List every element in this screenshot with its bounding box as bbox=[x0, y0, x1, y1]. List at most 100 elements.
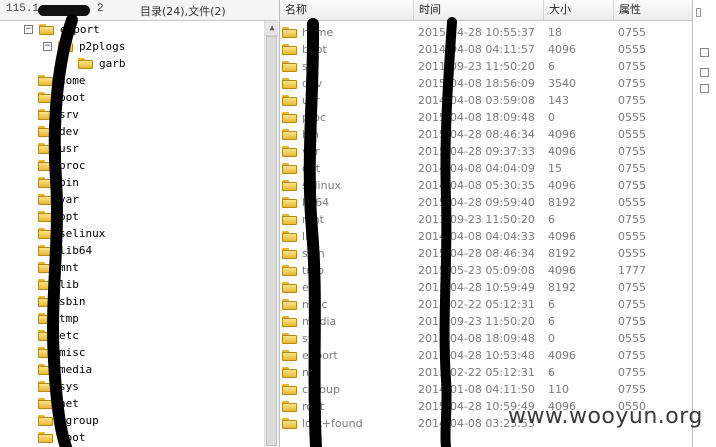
file-name-cell: misc bbox=[282, 298, 328, 311]
folder-icon bbox=[282, 112, 297, 123]
tree-node-label: media bbox=[59, 363, 93, 376]
folder-icon bbox=[38, 92, 53, 103]
folder-icon bbox=[38, 177, 53, 188]
tree-node-usr[interactable]: usr bbox=[38, 140, 79, 157]
file-row[interactable]: boot 2014-04-08 04:11:57 4096 0555 bbox=[280, 41, 692, 58]
tree-node-lib[interactable]: lib bbox=[38, 276, 79, 293]
file-row[interactable]: sbin 2015-04-28 08:46:34 8192 0555 bbox=[280, 245, 692, 262]
file-name-cell: home bbox=[282, 26, 333, 39]
folder-icon bbox=[78, 58, 93, 69]
file-row[interactable]: export 2015-04-28 10:53:48 4096 0755 bbox=[280, 347, 692, 364]
tree-node-proc[interactable]: proc bbox=[38, 157, 86, 174]
folder-icon bbox=[38, 398, 53, 409]
file-row[interactable]: opt 2014-04-08 04:04:09 15 0755 bbox=[280, 160, 692, 177]
file-row[interactable]: proc 2015-04-08 18:09:48 0 0555 bbox=[280, 109, 692, 126]
file-row[interactable]: misc 2013-02-22 05:12:31 6 0755 bbox=[280, 296, 692, 313]
tree-node-root[interactable]: root bbox=[38, 429, 86, 446]
tree-node-bin[interactable]: bin bbox=[38, 174, 79, 191]
file-name-cell: boot bbox=[282, 43, 327, 56]
column-header-name[interactable]: 名称 bbox=[280, 0, 414, 20]
folder-icon bbox=[282, 95, 297, 106]
host-redaction bbox=[38, 5, 90, 16]
collapse-toggle-icon[interactable]: − bbox=[24, 25, 33, 34]
column-header-attr[interactable]: 属性 bbox=[614, 0, 692, 20]
tree-node-garb[interactable]: garb bbox=[78, 55, 126, 72]
file-time: 2013-02-22 05:12:31 bbox=[418, 298, 535, 311]
tree-node-selinux[interactable]: selinux bbox=[38, 225, 105, 242]
folder-icon bbox=[38, 245, 53, 256]
tree-node-etc[interactable]: etc bbox=[38, 327, 79, 344]
file-row[interactable]: lib64 2015-04-28 09:59:40 8192 0555 bbox=[280, 194, 692, 211]
tree-node-label: garb bbox=[99, 57, 126, 70]
tree-node-mnt[interactable]: mnt bbox=[38, 259, 79, 276]
file-time: 2015-04-28 10:53:48 bbox=[418, 349, 535, 362]
file-row[interactable]: dev 2015-04-08 18:56:09 3540 0755 bbox=[280, 75, 692, 92]
file-name-cell: media bbox=[282, 315, 336, 328]
file-name-cell: opt bbox=[282, 162, 320, 175]
folder-icon bbox=[282, 78, 297, 89]
tree-node-export[interactable]: − export bbox=[24, 21, 100, 38]
checkbox[interactable] bbox=[700, 84, 709, 93]
tree-node-lib64[interactable]: lib64 bbox=[38, 242, 92, 259]
tree-node-label: opt bbox=[59, 210, 79, 223]
file-row[interactable]: lib 2014-04-08 04:04:33 4096 0555 bbox=[280, 228, 692, 245]
file-attr: 0555 bbox=[618, 111, 646, 124]
tree-node-misc[interactable]: misc bbox=[38, 344, 86, 361]
file-row[interactable]: selinux 2014-04-08 05:30:35 4096 0755 bbox=[280, 177, 692, 194]
file-name: lib bbox=[302, 230, 316, 243]
tree-node-sys[interactable]: sys bbox=[38, 378, 79, 395]
tree-node-tmp[interactable]: tmp bbox=[38, 310, 79, 327]
file-name-cell: bin bbox=[282, 128, 319, 141]
file-time: 2011-09-23 11:50:20 bbox=[418, 213, 535, 226]
file-row[interactable]: sys 2015-04-08 18:09:48 0 0555 bbox=[280, 330, 692, 347]
collapse-toggle-icon[interactable]: − bbox=[43, 42, 52, 51]
file-row[interactable]: usr 2014-04-08 03:59:08 143 0755 bbox=[280, 92, 692, 109]
file-row[interactable]: tmp 2015-05-23 05:09:08 4096 1777 bbox=[280, 262, 692, 279]
file-size: 4096 bbox=[548, 179, 576, 192]
tree-node-boot[interactable]: boot bbox=[38, 89, 86, 106]
tree-node-srv[interactable]: srv bbox=[38, 106, 79, 123]
tree-scrollbar[interactable]: ▲ bbox=[264, 21, 278, 447]
file-size: 8192 bbox=[548, 247, 576, 260]
tree-node-p2plogs[interactable]: − p2plogs bbox=[43, 38, 125, 55]
file-row[interactable]: media 2011-09-23 11:50:20 6 0755 bbox=[280, 313, 692, 330]
tree-node-dev[interactable]: dev bbox=[38, 123, 79, 140]
file-name-cell: tmp bbox=[282, 264, 324, 277]
file-size: 143 bbox=[548, 94, 569, 107]
tree-view[interactable]: − export − p2plogs garb home boot srv dev usr proc… bbox=[0, 21, 264, 447]
checkbox[interactable] bbox=[700, 48, 709, 57]
folder-icon bbox=[38, 381, 53, 392]
file-row[interactable]: var 2015-04-28 09:37:33 4096 0755 bbox=[280, 143, 692, 160]
tree-node-label: p2plogs bbox=[79, 40, 126, 53]
column-header-size[interactable]: 大小 bbox=[544, 0, 614, 20]
tree-node-var[interactable]: var bbox=[38, 191, 79, 208]
tree-node-opt[interactable]: opt bbox=[38, 208, 79, 225]
tree-node-media[interactable]: media bbox=[38, 361, 92, 378]
file-row[interactable]: net 2013-02-22 05:12:31 6 0755 bbox=[280, 364, 692, 381]
file-name: home bbox=[302, 26, 334, 39]
column-header-time[interactable]: 时间 bbox=[414, 0, 544, 20]
tree-node-cgroup[interactable]: cgroup bbox=[38, 412, 99, 429]
folder-icon bbox=[38, 143, 53, 154]
file-row[interactable]: etc 2015-04-28 10:59:49 8192 0755 bbox=[280, 279, 692, 296]
tree-node-net[interactable]: net bbox=[38, 395, 79, 412]
folder-icon bbox=[58, 41, 73, 52]
file-attr: 0755 bbox=[618, 179, 646, 192]
file-row[interactable]: home 2015-04-28 10:55:37 18 0755 bbox=[280, 24, 692, 41]
file-row[interactable]: bin 2015-04-28 08:46:34 4096 0555 bbox=[280, 126, 692, 143]
scroll-up-arrow-icon[interactable]: ▲ bbox=[265, 21, 278, 36]
folder-icon bbox=[282, 231, 297, 242]
folder-icon bbox=[282, 129, 297, 140]
scroll-thumb[interactable] bbox=[266, 36, 277, 446]
tree-node-home[interactable]: home bbox=[38, 72, 86, 89]
file-name: var bbox=[302, 145, 320, 158]
file-row[interactable]: srv 2011-09-23 11:50:20 6 0755 bbox=[280, 58, 692, 75]
file-name: srv bbox=[302, 60, 319, 73]
file-attr: 0755 bbox=[618, 349, 646, 362]
tree-node-sbin[interactable]: sbin bbox=[38, 293, 86, 310]
checkbox[interactable] bbox=[700, 68, 709, 77]
tree-node-label: srv bbox=[59, 108, 79, 121]
file-row[interactable]: mnt 2011-09-23 11:50:20 6 0755 bbox=[280, 211, 692, 228]
folder-icon bbox=[282, 146, 297, 157]
file-row[interactable]: cgroup 2014-01-08 04:11:50 110 0755 bbox=[280, 381, 692, 398]
